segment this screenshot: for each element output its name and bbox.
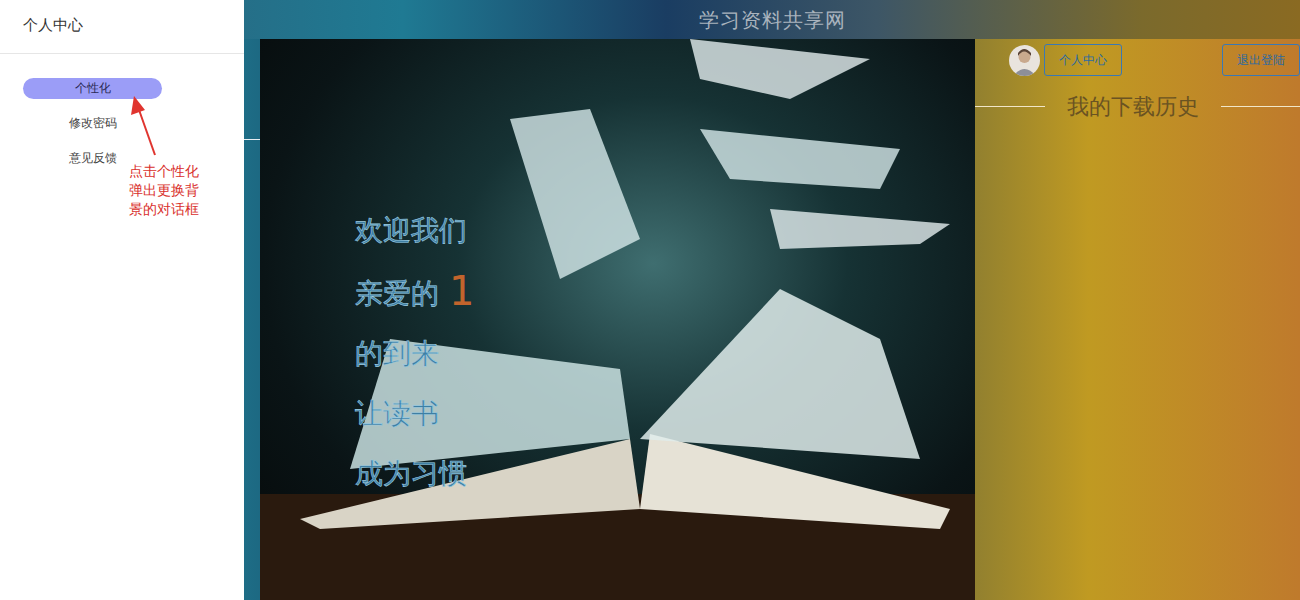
banner-photo: 欢迎我们亲爱的 1 的到来让读书成为习惯 (260, 39, 975, 600)
right-panel: 个人中心退出登陆我的下载历史 (975, 39, 1300, 600)
annotation-text: 点击个性化弹出更换背景的对话框 (129, 162, 202, 219)
sidebar: 个人中心个性化修改密码意见反馈点击个性化弹出更换背景的对话框 (0, 0, 244, 600)
user-actions: 个人中心退出登陆 (1009, 44, 1270, 76)
content-row: 欢迎我们亲爱的1的到来让读书成为习惯个人中心退出登陆我的下载历史 (244, 39, 1300, 600)
welcome-message: 欢迎我们亲爱的 1 的到来让读书成为习惯 (260, 39, 975, 504)
divider-line (975, 106, 1045, 107)
site-title: 学习资料共享网 (244, 0, 1300, 39)
welcome-line: 的到来 (355, 324, 975, 384)
sidebar-item[interactable]: 个性化 (23, 78, 162, 99)
logout-button[interactable]: 退出登陆 (1222, 44, 1300, 76)
annotation-arrow-icon (128, 95, 162, 157)
username: 1 (449, 268, 474, 314)
download-history-title: 我的下载历史 (1067, 90, 1199, 123)
avatar-icon[interactable] (1009, 45, 1040, 76)
welcome-line: 成为习惯 (355, 444, 975, 504)
left-strip (244, 39, 260, 600)
download-history-heading: 我的下载历史 (975, 90, 1300, 123)
sidebar-title: 个人中心 (0, 0, 244, 54)
welcome-prefix: 亲爱的 (355, 277, 439, 310)
welcome-line: 欢迎我们 (355, 201, 975, 261)
book-picture-icon (260, 39, 975, 600)
welcome-line: 亲爱的 1 (355, 261, 975, 324)
welcome-line: 让读书 (355, 384, 975, 444)
profile-button[interactable]: 个人中心 (1044, 44, 1122, 76)
divider-line (1221, 106, 1300, 107)
main-area: 学习资料共享网欢迎我们亲爱的1的到来让读书成为习惯个人中心退出登陆我的下载历史 (244, 0, 1300, 600)
